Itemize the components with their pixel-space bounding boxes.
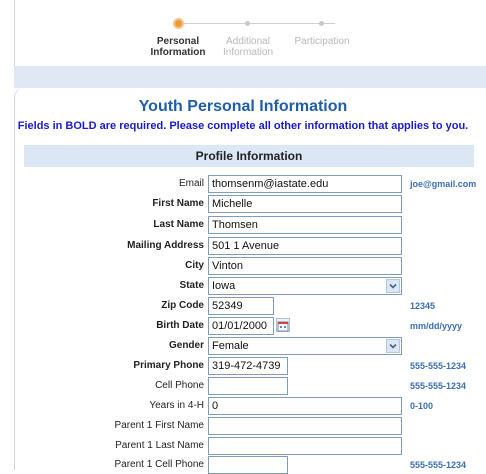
primary-phone-label: Primary Phone: [133, 360, 204, 371]
step-2-label-line2: Information: [222, 47, 274, 58]
step-connector: [173, 23, 335, 24]
parent1-cell-field[interactable]: [208, 456, 288, 474]
years-4h-row: Years in 4-H 0 0-100: [0, 397, 486, 415]
years-4h-field[interactable]: 0: [208, 397, 402, 415]
mailing-address-label: Mailing Address: [127, 240, 204, 251]
mailing-address-field[interactable]: 501 1 Avenue: [208, 237, 402, 255]
cell-phone-row: Cell Phone 555-555-1234: [0, 377, 486, 395]
gender-value: Female: [212, 340, 249, 352]
cell-phone-field[interactable]: [208, 377, 288, 395]
last-name-row: Last Name Thomsen: [0, 216, 486, 234]
parent1-first-label: Parent 1 First Name: [114, 420, 204, 431]
gender-row: Gender Female: [0, 337, 486, 355]
state-value: Iowa: [212, 280, 236, 292]
city-row: City Vinton: [0, 257, 486, 275]
years-4h-hint: 0-100: [410, 401, 434, 411]
cell-phone-hint: 555-555-1234: [410, 381, 467, 391]
state-row: State Iowa: [0, 277, 486, 295]
chevron-down-icon[interactable]: [386, 339, 400, 353]
state-select[interactable]: Iowa: [208, 277, 402, 295]
calendar-icon[interactable]: [276, 318, 290, 332]
parent1-first-field[interactable]: [208, 417, 402, 435]
parent1-last-row: Parent 1 Last Name: [0, 437, 486, 455]
parent1-first-row: Parent 1 First Name: [0, 417, 486, 435]
email-label: Email: [178, 178, 204, 189]
cell-phone-label: Cell Phone: [155, 380, 204, 391]
email-row: Email thomsenm@iastate.edu joe@gmail.com: [0, 175, 486, 193]
zip-label: Zip Code: [161, 300, 204, 311]
last-name-label: Last Name: [153, 219, 204, 230]
divider-band: [14, 66, 486, 88]
required-note: Fields in BOLD are required. Please comp…: [17, 120, 469, 132]
step-3-label-line1: Participation: [294, 36, 350, 47]
state-label: State: [179, 280, 204, 291]
parent1-cell-hint: 555-555-1234: [410, 460, 467, 470]
mailing-address-row: Mailing Address 501 1 Avenue: [0, 237, 486, 255]
step-1-label[interactable]: Personal Information: [143, 36, 213, 58]
wizard-panel: Personal Information Additional Informat…: [14, 0, 486, 66]
step-2-label-line1: Additional: [226, 36, 270, 47]
email-hint: joe@gmail.com: [410, 179, 477, 189]
first-name-label: First Name: [152, 198, 204, 209]
section-header: Profile Information: [24, 145, 474, 167]
years-4h-label: Years in 4-H: [149, 400, 204, 411]
zip-row: Zip Code 52349 12345: [0, 297, 486, 315]
chevron-down-icon[interactable]: [386, 279, 400, 293]
email-field[interactable]: thomsenm@iastate.edu: [208, 175, 402, 193]
parent1-last-field[interactable]: [208, 437, 402, 455]
gender-select[interactable]: Female: [208, 337, 402, 355]
step-3-label[interactable]: Participation: [287, 36, 357, 47]
zip-hint: 12345: [410, 301, 436, 311]
step-1-label-line1: Personal: [156, 36, 200, 47]
gender-label: Gender: [168, 340, 204, 351]
city-label: City: [185, 260, 204, 271]
parent1-cell-row: Parent 1 Cell Phone 555-555-1234: [0, 456, 486, 474]
step-1-dot: [173, 18, 184, 29]
primary-phone-hint: 555-555-1234: [410, 361, 467, 371]
parent1-cell-label: Parent 1 Cell Phone: [114, 459, 204, 470]
step-3-dot: [319, 21, 324, 26]
page-title: Youth Personal Information: [138, 98, 348, 115]
birth-date-hint: mm/dd/yyyy: [410, 321, 463, 331]
primary-phone-row: Primary Phone 319-472-4739 555-555-1234: [0, 357, 486, 375]
step-2-label[interactable]: Additional Information: [213, 36, 283, 58]
parent1-last-label: Parent 1 Last Name: [115, 440, 204, 451]
birth-date-field[interactable]: 01/01/2000: [208, 317, 274, 335]
first-name-row: First Name Michelle: [0, 195, 486, 213]
city-field[interactable]: Vinton: [208, 257, 402, 275]
birth-date-row: Birth Date 01/01/2000 mm/dd/yyyy: [0, 317, 486, 335]
zip-field[interactable]: 52349: [208, 297, 274, 315]
primary-phone-field[interactable]: 319-472-4739: [208, 357, 288, 375]
step-1-label-line2: Information: [150, 47, 206, 58]
last-name-field[interactable]: Thomsen: [208, 216, 402, 234]
first-name-field[interactable]: Michelle: [208, 195, 402, 213]
birth-date-label: Birth Date: [156, 320, 204, 331]
step-2-dot: [245, 21, 250, 26]
